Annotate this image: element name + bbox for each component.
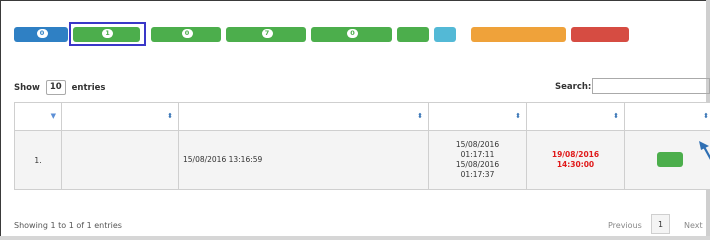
sort-icon: ⬍ xyxy=(417,112,423,120)
search-input[interactable] xyxy=(592,78,710,94)
length-show-label: Show xyxy=(14,83,40,93)
nav-checked-badge: 0 xyxy=(347,29,358,38)
row-type xyxy=(61,130,179,190)
column-header-assign[interactable]: ⬍ xyxy=(428,102,527,131)
nav-manual-button[interactable] xyxy=(434,27,456,42)
jobs-table: ▼ ⬍ ⬍ ⬍ ⬍ ⬍ 1. 15/08/2016 13:16:59 15/08… xyxy=(14,102,710,190)
top-nav: 0 1 0 7 0 xyxy=(0,0,700,46)
send-job-button[interactable] xyxy=(656,151,683,167)
length-menu: Show 10 entries xyxy=(14,80,105,95)
sort-icon: ⬍ xyxy=(515,112,521,120)
nav-completed-button[interactable]: 7 xyxy=(226,27,306,42)
row-due-line1: 19/08/2016 xyxy=(551,150,600,159)
nav-home-badge: 0 xyxy=(36,29,48,38)
column-header-index[interactable]: ▼ xyxy=(14,102,62,131)
row-detail-line3: 15/08/2016 13:16:59 xyxy=(183,155,263,164)
nav-checked-button[interactable]: 0 xyxy=(311,27,392,42)
pagination-previous[interactable]: Previous xyxy=(608,221,642,230)
table-header-row: ▼ ⬍ ⬍ ⬍ ⬍ ⬍ xyxy=(14,102,710,131)
nav-requested-fix-button[interactable]: 0 xyxy=(151,27,221,42)
table-row: 1. 15/08/2016 13:16:59 15/08/2016 01:17:… xyxy=(14,130,710,190)
column-header-due[interactable]: ⬍ xyxy=(526,102,625,131)
row-assign-date: 15/08/2016 01:17:11 15/08/2016 01:17:37 xyxy=(428,130,527,190)
column-header-action[interactable]: ⬍ xyxy=(624,102,710,131)
row-assign-line2: 01:17:11 xyxy=(460,150,495,159)
pointer-arrow-icon xyxy=(699,141,710,160)
nav-user-button[interactable] xyxy=(471,27,566,42)
sort-icon: ⬍ xyxy=(167,112,173,120)
nav-report-button[interactable] xyxy=(397,27,429,42)
length-entries-label: entries xyxy=(71,83,106,93)
table-info: Showing 1 to 1 of 1 entries xyxy=(14,221,122,230)
column-header-detail[interactable]: ⬍ xyxy=(178,102,429,131)
sort-icon: ⬍ xyxy=(613,112,619,120)
sort-desc-icon: ▼ xyxy=(50,112,56,120)
pagination-page-1[interactable]: 1 xyxy=(651,214,670,234)
nav-completed-badge: 7 xyxy=(261,29,273,38)
selected-tab-outline xyxy=(69,22,146,46)
row-detail: 15/08/2016 13:16:59 xyxy=(178,130,429,190)
row-due-line2: 14:30:00 xyxy=(556,160,595,169)
column-header-type[interactable]: ⬍ xyxy=(61,102,179,131)
search-label: Search: xyxy=(555,82,592,92)
nav-logout-button[interactable] xyxy=(571,27,629,42)
row-assign-line5: 01:17:37 xyxy=(460,170,495,179)
pagination-next[interactable]: Next xyxy=(684,221,703,230)
row-assign-line4: 15/08/2016 xyxy=(455,160,500,169)
window-edge-bottom xyxy=(0,236,710,240)
nav-requested-fix-badge: 0 xyxy=(181,29,193,38)
nav-home-button[interactable]: 0 xyxy=(14,27,68,42)
row-assign-line1: 15/08/2016 xyxy=(455,140,500,149)
row-index: 1. xyxy=(14,130,62,190)
length-select[interactable]: 10 xyxy=(45,80,66,95)
row-due-date: 19/08/2016 14:30:00 xyxy=(526,130,625,190)
sort-icon: ⬍ xyxy=(703,112,709,120)
